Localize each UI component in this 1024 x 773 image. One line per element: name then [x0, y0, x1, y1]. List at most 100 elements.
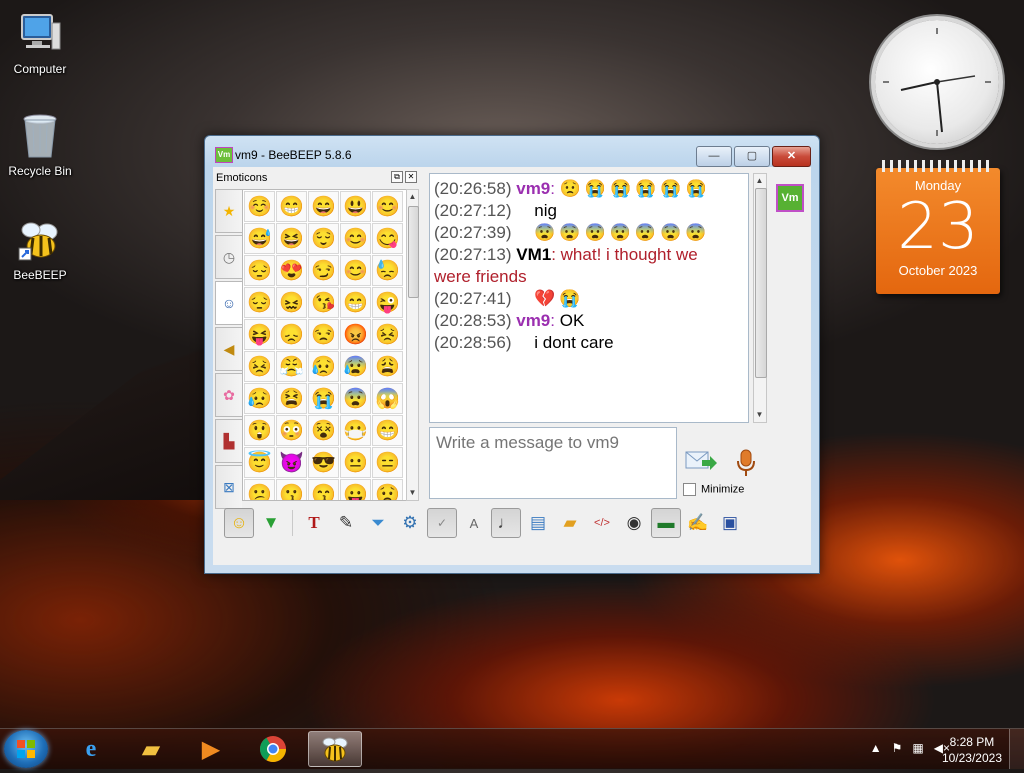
minimize-checkbox[interactable]: Minimize	[683, 483, 744, 496]
emoticon-cell[interactable]: 😄	[308, 191, 339, 222]
html-button[interactable]: </>	[587, 508, 617, 538]
emoticon-cell[interactable]: 😷	[340, 415, 371, 446]
emoticons-scrollbar[interactable]: ▲ ▼	[406, 189, 419, 501]
tab-favorites[interactable]: ★	[215, 189, 242, 233]
show-desktop-button[interactable]	[1009, 729, 1024, 769]
tab-symbols[interactable]: ⊠	[215, 465, 242, 509]
emoticon-cell[interactable]: 😗	[276, 479, 307, 500]
emoticon-cell[interactable]: 😁	[276, 191, 307, 222]
filter-button[interactable]: ⏷	[363, 508, 393, 538]
edit-button[interactable]: ✍	[683, 508, 713, 538]
taskbar-clock[interactable]: 8:28 PM 10/23/2023	[942, 734, 1002, 766]
emoticon-cell[interactable]: 😭	[308, 383, 339, 414]
emoticon-cell[interactable]: 😌	[308, 223, 339, 254]
settings-button[interactable]: ⚙	[395, 508, 425, 538]
emoticon-cell[interactable]: 😜	[372, 287, 403, 318]
emoticon-cell[interactable]: 😇	[244, 447, 275, 478]
emoticon-cell[interactable]: 😁	[372, 415, 403, 446]
emoticon-cell[interactable]: 😙	[308, 479, 339, 500]
open-folder-button[interactable]: ▰	[555, 508, 585, 538]
minimize-button[interactable]: —	[696, 146, 732, 167]
emoticon-cell[interactable]: 😫	[276, 383, 307, 414]
action-center-icon[interactable]: ⚑	[892, 741, 903, 755]
show-hidden-icons[interactable]: ▲	[870, 741, 882, 755]
checkbox-icon[interactable]	[683, 483, 696, 496]
emoticons-button[interactable]: ☺	[224, 508, 254, 538]
close-panel-icon[interactable]: ✕	[405, 171, 417, 183]
clock-gadget[interactable]	[875, 20, 999, 144]
emoticon-cell[interactable]: 😔	[244, 255, 275, 286]
emoticon-cell[interactable]: 😲	[244, 415, 275, 446]
emoticon-cell[interactable]: 😱	[372, 383, 403, 414]
save-chat-button[interactable]: ▤	[523, 508, 553, 538]
emoticon-cell[interactable]: 😰	[340, 351, 371, 382]
emoticon-cell[interactable]: 😁	[340, 287, 371, 318]
emoticon-cell[interactable]: 😘	[308, 287, 339, 318]
emoticon-cell[interactable]: 😍	[276, 255, 307, 286]
emoticon-cell[interactable]: 😏	[308, 255, 339, 286]
emoticon-cell[interactable]: 😥	[244, 383, 275, 414]
emoticon-cell[interactable]: 😋	[372, 223, 403, 254]
emoticon-cell[interactable]: 😈	[276, 447, 307, 478]
emoticon-cell[interactable]: 😆	[276, 223, 307, 254]
emoticon-cell[interactable]: 😨	[340, 383, 371, 414]
emoticon-cell[interactable]: 😳	[276, 415, 307, 446]
terminal-button[interactable]: ▬	[651, 508, 681, 538]
font-button[interactable]: T	[299, 508, 329, 538]
network-icon[interactable]: ▦	[912, 741, 923, 755]
tab-nature[interactable]: ✿	[215, 373, 242, 417]
emoticon-cell[interactable]: 😑	[372, 447, 403, 478]
voice-message-button[interactable]	[733, 448, 759, 480]
taskbar-file-explorer[interactable]: ▰	[124, 731, 178, 767]
emoticon-cell[interactable]: ☺️	[244, 191, 275, 222]
maximize-button[interactable]: ▢	[734, 146, 770, 167]
calendar-gadget[interactable]: Monday 23 October 2023	[876, 160, 1000, 294]
taskbar-chrome[interactable]	[246, 731, 300, 767]
tab-objects[interactable]: ◀	[215, 327, 242, 371]
emoticon-cell[interactable]: 😓	[372, 255, 403, 286]
desktop-icon-beebeep[interactable]: BeeBEEP	[0, 216, 80, 282]
send-file-button[interactable]: ▼	[256, 508, 286, 538]
emoticon-cell[interactable]: 😒	[308, 319, 339, 350]
close-button[interactable]: ✕	[772, 146, 811, 167]
emoticon-cell[interactable]: 😞	[276, 319, 307, 350]
emoticon-cell[interactable]: 😥	[308, 351, 339, 382]
spellcheck-button[interactable]: ✓	[427, 508, 457, 538]
emoticon-cell[interactable]: 😊	[340, 223, 371, 254]
taskbar-internet-explorer[interactable]: e	[64, 731, 118, 767]
window-titlebar[interactable]: Vm vm9 - BeeBEEP 5.8.6 — ▢ ✕	[205, 136, 819, 167]
message-input[interactable]	[434, 432, 674, 454]
color-button[interactable]: ✎	[331, 508, 361, 538]
emoticon-cell[interactable]: 😅	[244, 223, 275, 254]
emoticon-cell[interactable]: 😖	[276, 287, 307, 318]
chat-scrollbar[interactable]: ▲ ▼	[753, 173, 767, 423]
emoticon-cell[interactable]: 😤	[276, 351, 307, 382]
emoticon-cell[interactable]: 😵	[308, 415, 339, 446]
emoticon-cell[interactable]: 😊	[340, 255, 371, 286]
emoticon-cell[interactable]: 😣	[372, 319, 403, 350]
music-button[interactable]: ♩	[491, 508, 521, 538]
user-avatar[interactable]: Vm	[776, 184, 804, 212]
message-compose-box[interactable]	[429, 427, 677, 499]
scroll-down-icon[interactable]: ▼	[754, 408, 765, 422]
screenshot-button[interactable]: ◉	[619, 508, 649, 538]
scroll-up-icon[interactable]: ▲	[407, 190, 418, 204]
float-icon[interactable]: ⧉	[391, 171, 403, 183]
scroll-thumb[interactable]	[755, 188, 767, 378]
desktop-icon-computer[interactable]: Computer	[0, 10, 80, 76]
emoticon-cell[interactable]: 😎	[308, 447, 339, 478]
tab-places[interactable]: ▙	[215, 419, 242, 463]
emoticon-cell[interactable]: 😡	[340, 319, 371, 350]
save-button[interactable]: ▣	[715, 508, 745, 538]
emoticon-cell[interactable]: 😐	[340, 447, 371, 478]
emoticon-cell[interactable]: 😩	[372, 351, 403, 382]
scroll-thumb[interactable]	[408, 206, 419, 298]
scroll-up-icon[interactable]: ▲	[754, 174, 765, 188]
emoticon-cell[interactable]: 😕	[244, 479, 275, 500]
tab-people[interactable]: ☺	[215, 281, 242, 325]
taskbar-beebeep[interactable]	[308, 731, 362, 767]
desktop-icon-recycle-bin[interactable]: Recycle Bin	[0, 112, 80, 178]
emoticon-cell[interactable]: 😝	[244, 319, 275, 350]
send-button[interactable]	[684, 448, 718, 478]
completer-button[interactable]: A	[459, 508, 489, 538]
